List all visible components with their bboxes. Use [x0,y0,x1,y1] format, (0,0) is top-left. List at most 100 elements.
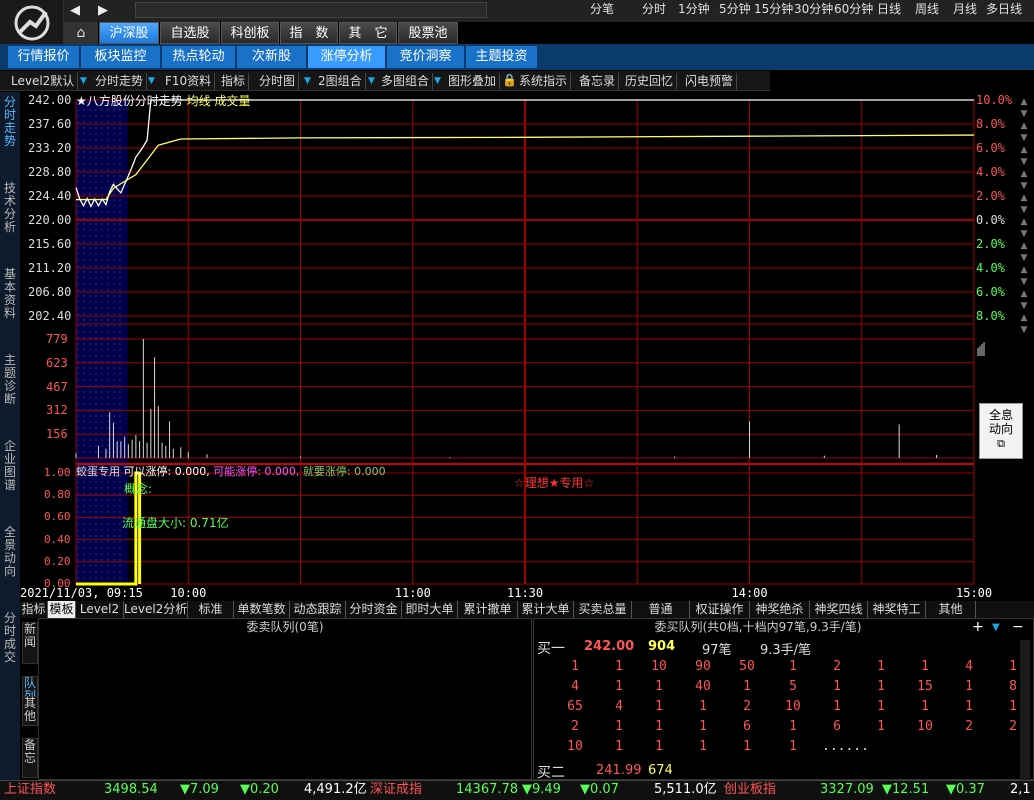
sh-index-name[interactable]: 上证指数 [4,781,56,799]
dropdown-icon[interactable]: ▼ [368,76,375,86]
right-scroll-arrows[interactable]: ▲ ▼ ▲ ▼ ▲ ▼ ▲ ▼ ▲ ▼ ▲ ▼ ▲ ▼ ▲ ▼ ▲ ▼ ▲ ▼ [1018,96,1030,336]
bottom-tab[interactable]: 累计大单 [518,601,574,618]
tf-multiday[interactable]: 多日线 [986,0,1022,16]
app-logo[interactable] [0,0,64,46]
dropdown-icon[interactable]: ▼ [434,76,441,86]
tf-fenshi[interactable]: 分时 [642,0,666,16]
volume-bars [75,339,985,458]
tab-hushen[interactable]: 沪深股 [99,22,159,44]
sz-index-name[interactable]: 深证成指 [370,781,422,799]
queue-cell: 1 [921,659,929,674]
tool-memo[interactable]: 备忘录 [576,73,620,90]
subtab-limitup[interactable]: 涨停分析 [308,46,386,68]
bottom-tab[interactable]: 其他 [926,601,976,618]
lock-icon[interactable]: 🔒 [502,73,517,87]
bottom-tab[interactable]: 买卖总量 [574,601,632,618]
bottom-tab[interactable]: 标准 [188,601,234,618]
buy1-count: 97笔 [702,643,732,658]
tool-system[interactable]: 系统指示 [516,73,572,90]
bottom-tab[interactable]: 普通 [632,601,690,618]
tf-60min[interactable]: 60分钟 [834,0,873,16]
tool-f10[interactable]: F10资料 [162,73,216,90]
tf-1min[interactable]: 1分钟 [678,0,710,16]
queue-cell: 4 [571,679,579,694]
tool-indicator[interactable]: 指标 [218,73,250,90]
queue-cell: 1 [789,659,797,674]
time-tick: 10:00 [170,586,207,600]
dropdown-icon[interactable]: ▼ [304,76,311,86]
subtab-newstock[interactable]: 次新股 [237,46,307,68]
sidetab-other[interactable]: 其他 [22,696,38,726]
tab-kechuang[interactable]: 科创板 [221,22,279,44]
vtab-basic[interactable]: 基本资料 [2,268,18,320]
buy1-label: 买一 [537,641,565,657]
tool-2chart[interactable]: 2图组合 [315,73,366,90]
bottom-tab[interactable]: 神奖特工 [868,601,926,618]
subtab-quotes[interactable]: 行情报价 [8,46,80,68]
vtab-ticks[interactable]: 分时成交 [2,612,18,664]
dropdown-icon[interactable]: ▼ [992,622,1000,633]
queue-scrollbar[interactable] [1020,640,1030,780]
logo-icon [14,5,50,41]
back-arrow-icon[interactable]: ◀ [70,3,100,21]
subtab-auction[interactable]: 竞价洞察 [387,46,465,68]
tf-30min[interactable]: 30分钟 [794,0,833,16]
vtab-intraday[interactable]: 分时走势 [2,96,18,148]
bottom-tab[interactable]: 模板 [48,601,76,618]
sidetab-news[interactable]: 新闻 [22,622,38,664]
home-icon[interactable]: ⌂ [64,22,98,44]
pct-tick: 6.0% [976,141,1005,155]
bottom-tab[interactable]: 分时资金 [346,601,402,618]
tf-5min[interactable]: 5分钟 [719,0,751,16]
indicator-center-label: ☆理想★专用☆ [514,476,595,490]
tf-15min[interactable]: 15分钟 [754,0,793,16]
vtab-diagnosis[interactable]: 主题诊断 [2,354,18,406]
tool-overlay[interactable]: 图形叠加 [445,73,501,90]
buy1-avg: 9.3手/笔 [760,643,812,658]
address-bar[interactable] [135,2,487,18]
vtab-panorama[interactable]: 全景动向 [2,526,18,578]
cy-index-name[interactable]: 创业板指 [724,781,776,799]
dropdown-icon[interactable]: ▼ [148,76,155,86]
tf-fenbi[interactable]: 分笔 [590,0,614,16]
tool-level2[interactable]: Level2默认 [8,73,79,90]
forward-arrow-icon[interactable]: ▶ [98,3,128,21]
panorama-button[interactable]: 全息动向 ⧉ [979,403,1023,459]
subtab-sector[interactable]: 板块监控 [81,46,161,68]
tool-multichart[interactable]: 多图组合 [378,73,434,90]
vtab-graph[interactable]: 企业图谱 [2,440,18,492]
bottom-tab[interactable]: 单数笔数 [234,601,290,618]
tool-history[interactable]: 历史回忆 [622,73,678,90]
queue-cell: 1 [965,699,973,714]
tool-intraday-chart[interactable]: 分时图 [256,73,300,90]
buy1-volume: 904 [648,639,676,654]
tab-index[interactable]: 指 数 [280,22,338,44]
bottom-tab[interactable]: 神奖四线 [810,601,868,618]
indicator-tick: 0.40 [44,532,71,546]
bottom-tab[interactable]: Level2分析 [124,601,188,618]
bottom-tab[interactable]: 指标 [20,601,48,618]
bottom-tab[interactable]: 神奖绝杀 [750,601,810,618]
bottom-tab[interactable]: 即时大单 [402,601,458,618]
sidetab-memo[interactable]: 备忘 [22,738,38,778]
tf-week[interactable]: 周线 [915,0,939,16]
subtab-hot[interactable]: 热点轮动 [162,46,236,68]
tool-alert[interactable]: 闪电预警 [682,73,738,90]
tab-zixuan[interactable]: 自选股 [160,22,220,44]
tab-stockpool[interactable]: 股票池 [398,22,458,44]
subtab-theme[interactable]: 主题投资 [466,46,538,68]
tf-day[interactable]: 日线 [877,0,901,16]
tool-intraday[interactable]: 分时走势 [92,73,148,90]
tab-other[interactable]: 其 它 [339,22,397,44]
vtab-technical[interactable]: 技术分析 [2,182,18,234]
queue-cell: 1 [965,679,973,694]
dropdown-icon[interactable]: ▼ [80,76,87,86]
remove-button[interactable]: − [1012,619,1024,635]
bottom-tab[interactable]: 累计撤单 [458,601,518,618]
tf-month[interactable]: 月线 [953,0,977,16]
bottom-tab[interactable]: 权证操作 [690,601,750,618]
bottom-tab[interactable]: Level2 [76,601,124,618]
bottom-tab[interactable]: 动态跟踪 [290,601,346,618]
sh-index-amount: 4,491.2亿 [304,782,367,797]
add-button[interactable]: + [972,619,984,635]
